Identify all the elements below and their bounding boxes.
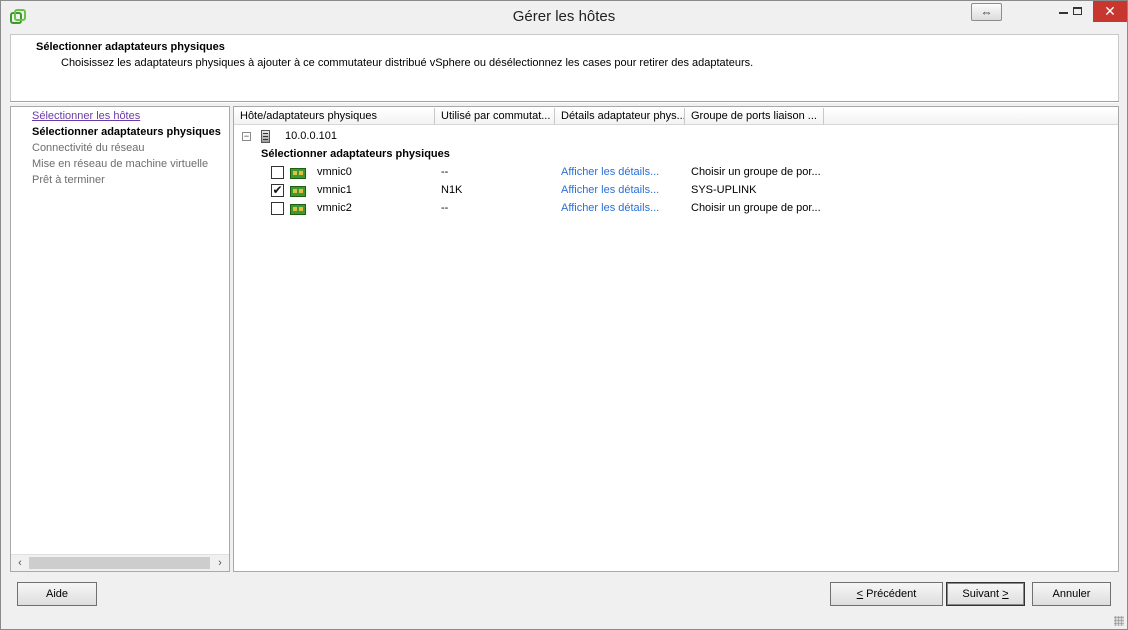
cancel-button-label: Annuler — [1052, 588, 1091, 600]
port-group-select[interactable]: SYS-UPLINK — [691, 184, 756, 196]
nav-step-vm-networking: Mise en réseau de machine virtuelle — [32, 158, 209, 170]
maximize-icon — [1072, 7, 1082, 15]
table-row: vmnic2 -- Afficher les détails... Choisi… — [234, 200, 1118, 218]
column-header-uplink-port-group[interactable]: Groupe de ports liaison ... — [685, 108, 824, 125]
nav-step-select-hosts[interactable]: Sélectionner les hôtes — [32, 110, 140, 122]
restore-size-button[interactable]: ⇔ — [971, 3, 1002, 21]
double-arrow-icon: ⇔ — [980, 5, 993, 19]
next-arrow-icon: > — [1002, 588, 1009, 600]
host-row: − 10.0.0.101 — [234, 128, 1118, 146]
table-row: ✔ vmnic1 N1K Afficher les détails... SYS… — [234, 182, 1118, 200]
column-header-used-by[interactable]: Utilisé par commutat... — [435, 108, 555, 125]
close-button[interactable]: ✕ — [1093, 1, 1127, 22]
dialog-window: Gérer les hôtes ⇔ ✕ Sélectionner adaptat… — [0, 0, 1128, 630]
nav-step-ready-to-complete: Prêt à terminer — [32, 174, 105, 186]
adapter-checkbox-vmnic1[interactable]: ✔ — [271, 184, 284, 197]
scrollbar-thumb[interactable] — [29, 557, 210, 569]
adapter-name: vmnic2 — [317, 202, 352, 214]
cancel-button[interactable]: Annuler — [1032, 582, 1111, 606]
table-row: vmnic0 -- Afficher les détails... Choisi… — [234, 164, 1118, 182]
adapter-checkbox-vmnic0[interactable] — [271, 166, 284, 179]
wizard-steps-panel: Sélectionner les hôtes Sélectionner adap… — [10, 106, 230, 572]
view-details-link[interactable]: Afficher les détails... — [561, 202, 659, 214]
used-by-value: -- — [441, 166, 449, 178]
adapter-name: vmnic1 — [317, 184, 352, 196]
nav-step-network-connectivity: Connectivité du réseau — [32, 142, 145, 154]
network-adapter-icon — [290, 204, 306, 215]
step-description: Choisissez les adaptateurs physiques à a… — [61, 57, 754, 69]
previous-button[interactable]: < Précédent — [830, 582, 943, 606]
host-name: 10.0.0.101 — [285, 130, 337, 142]
help-button[interactable]: Aide — [17, 582, 97, 606]
resize-grip[interactable] — [1114, 616, 1124, 626]
adapter-name: vmnic0 — [317, 166, 352, 178]
network-adapter-icon — [290, 186, 306, 197]
title-bar: Gérer les hôtes ⇔ ✕ — [1, 1, 1127, 33]
help-button-label: Aide — [45, 588, 69, 600]
checkmark-icon: ✔ — [272, 183, 283, 197]
view-details-link[interactable]: Afficher les détails... — [561, 184, 659, 196]
column-header-adapter-details[interactable]: Détails adaptateur phys... — [555, 108, 685, 125]
header-divider — [10, 101, 1119, 103]
maximize-button[interactable] — [1063, 1, 1091, 21]
adapter-checkbox-vmnic2[interactable] — [271, 202, 284, 215]
window-title: Gérer les hôtes — [512, 8, 616, 25]
used-by-value: N1K — [441, 184, 463, 196]
nav-step-select-adapters: Sélectionner adaptateurs physiques — [32, 126, 221, 138]
wizard-header: Sélectionner adaptateurs physiques Chois… — [10, 34, 1119, 102]
group-row: Sélectionner adaptateurs physiques — [234, 146, 1118, 164]
network-adapter-icon — [290, 168, 306, 179]
adapters-table: Hôte/adaptateurs physiques Utilisé par c… — [233, 106, 1119, 572]
next-button[interactable]: Suivant > — [946, 582, 1025, 606]
port-group-select[interactable]: Choisir un groupe de por... — [691, 166, 821, 178]
scroll-right-icon[interactable]: › — [213, 556, 227, 570]
next-button-label: Suivant — [962, 588, 1000, 600]
horizontal-scrollbar[interactable]: ‹ › — [11, 554, 229, 571]
host-server-icon — [261, 130, 270, 143]
column-header-host-adapters[interactable]: Hôte/adaptateurs physiques — [234, 108, 435, 125]
previous-arrow-icon: < — [856, 588, 864, 600]
used-by-value: -- — [441, 202, 449, 214]
previous-button-label: Précédent — [866, 588, 917, 600]
view-details-link[interactable]: Afficher les détails... — [561, 166, 659, 178]
step-title: Sélectionner adaptateurs physiques — [36, 41, 225, 53]
port-group-select[interactable]: Choisir un groupe de por... — [691, 202, 821, 214]
scroll-left-icon[interactable]: ‹ — [13, 556, 27, 570]
group-label: Sélectionner adaptateurs physiques — [261, 148, 450, 160]
collapse-icon[interactable]: − — [242, 132, 251, 141]
close-icon: ✕ — [1104, 3, 1116, 19]
column-header-filler — [824, 108, 1118, 125]
